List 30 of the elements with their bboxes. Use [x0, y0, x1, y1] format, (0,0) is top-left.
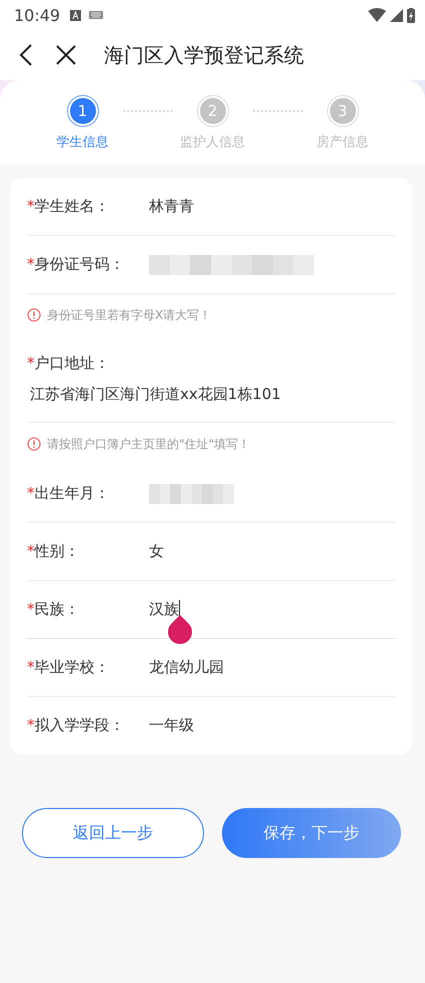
hint-text: 身份证号里若有字母X请大写！ [47, 306, 212, 324]
field-label: *学生姓名： [27, 197, 110, 216]
status-time: 10:49 [14, 6, 60, 24]
field-value[interactable]: 江苏省海门区海门街道xx花园1栋101 [30, 385, 281, 404]
step-number[interactable]: 1 [70, 98, 96, 124]
warning-icon [27, 308, 41, 322]
keyboard-icon [89, 11, 104, 19]
field-label: *身份证号码： [27, 255, 126, 274]
signal-icon [390, 8, 403, 22]
field-label: *拟入学学段： [27, 716, 126, 735]
field-label: *性别： [27, 542, 80, 561]
page-title: 海门区入学预登记系统 [104, 42, 304, 68]
wifi-icon [368, 8, 386, 22]
step-label[interactable]: 学生信息 [56, 133, 108, 151]
back-icon[interactable] [18, 44, 34, 66]
field-label: *毕业学校： [27, 658, 110, 677]
font-icon [70, 10, 82, 20]
field-label: *出生年月： [27, 484, 110, 503]
field-value[interactable]: 一年级 [149, 716, 194, 735]
warning-icon [27, 437, 41, 451]
battery-icon [407, 8, 415, 22]
back-button[interactable]: 返回上一步 [22, 808, 204, 858]
field-label: *民族： [27, 600, 80, 619]
field-value[interactable]: 女 [149, 542, 164, 561]
field-value[interactable]: 林青青 [149, 197, 194, 216]
close-icon[interactable] [56, 45, 76, 65]
field-label: *户口地址： [27, 353, 110, 374]
next-button[interactable]: 保存，下一步 [222, 808, 401, 858]
field-value[interactable]: 龙信幼儿园 [149, 658, 224, 677]
hint-text: 请按照户口簿户主页里的"住址"填写！ [47, 436, 250, 452]
